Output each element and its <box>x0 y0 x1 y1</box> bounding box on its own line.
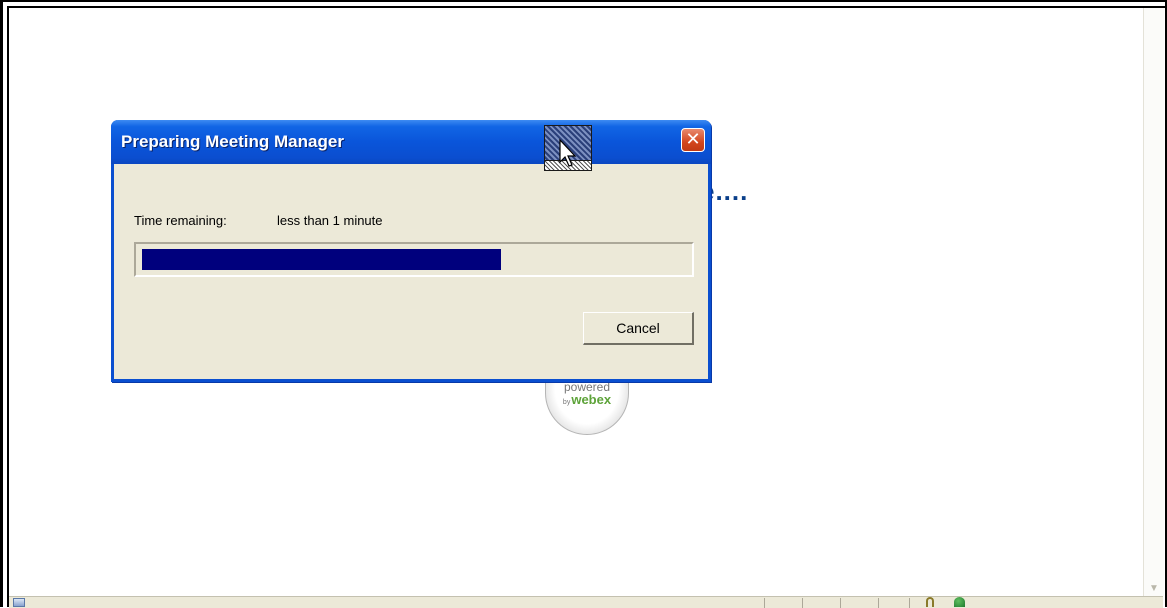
dialog-title: Preparing Meeting Manager <box>121 132 344 152</box>
cancel-button[interactable]: Cancel <box>583 312 694 345</box>
webex-brand-text: bywebex <box>546 392 628 407</box>
progress-track <box>142 249 686 270</box>
progress-fill <box>142 249 501 270</box>
close-icon: ✕ <box>685 129 700 149</box>
page-status-icon <box>13 598 25 607</box>
webex-by-text: by <box>563 399 570 406</box>
scroll-down-arrow-icon[interactable]: ▼ <box>1148 584 1160 594</box>
internet-zone-icon <box>954 597 965 607</box>
close-button[interactable]: ✕ <box>681 128 705 152</box>
webex-brand-name: webex <box>571 392 611 407</box>
browser-status-bar <box>9 596 1163 608</box>
download-progress-bar <box>134 242 694 277</box>
preparing-meeting-manager-dialog: Preparing Meeting Manager ✕ Time remaini… <box>111 120 711 382</box>
vertical-scrollbar[interactable]: ▼ <box>1143 8 1164 596</box>
time-remaining-label: Time remaining: <box>134 213 227 228</box>
time-remaining-value: less than 1 minute <box>277 213 383 228</box>
mouse-cursor-icon <box>559 139 579 169</box>
secure-lock-icon <box>926 597 934 607</box>
dialog-titlebar[interactable]: Preparing Meeting Manager ✕ <box>111 120 711 164</box>
